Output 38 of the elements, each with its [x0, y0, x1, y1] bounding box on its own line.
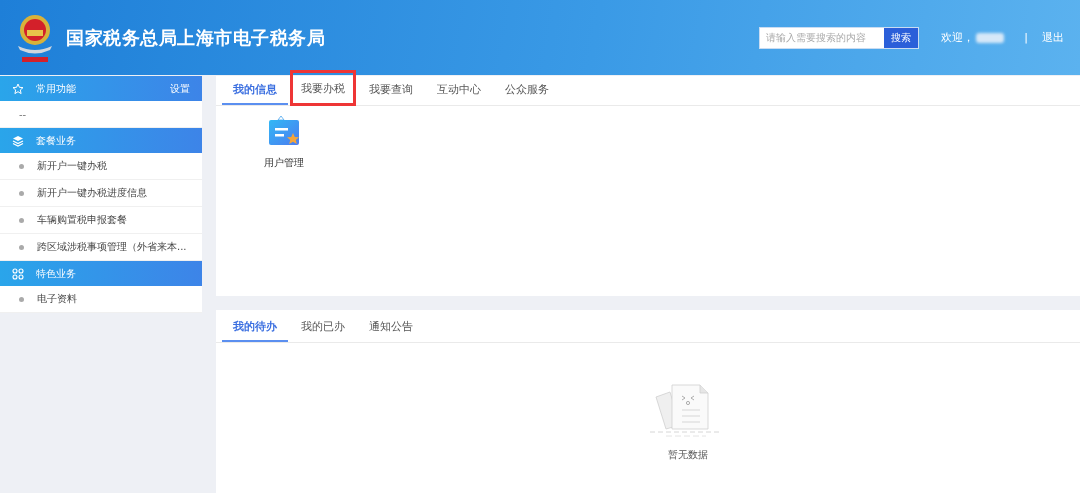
search-button[interactable]: 搜索 [884, 27, 919, 48]
sidebar-item[interactable]: 新开户一键办税 [0, 153, 202, 180]
bullet-icon [19, 244, 24, 250]
item-label: 电子资料 [37, 292, 77, 306]
settings-link[interactable]: 设置 [170, 81, 190, 96]
blurred-username [976, 32, 1005, 43]
sidebar-item[interactable]: 电子资料 [0, 286, 202, 313]
section-title: 常用功能 [36, 81, 77, 96]
tab[interactable]: 我要查询 [358, 76, 424, 105]
tab[interactable]: 我要办税 [290, 70, 356, 106]
item-label: 新开户一键办税进度信息 [37, 186, 147, 200]
item-label: 新开户一键办税 [37, 159, 107, 173]
tab[interactable]: 互动中心 [426, 76, 492, 105]
star-icon [12, 82, 24, 95]
empty-state-text: 暂无数据 [668, 448, 708, 462]
site-title: 国家税务总局上海市电子税务局 [66, 25, 325, 50]
bullet-icon [19, 190, 24, 196]
section-title: 套餐业务 [36, 133, 77, 148]
layers-icon [12, 134, 24, 147]
search-field[interactable]: 请输入需要搜索的内容 搜索 [759, 26, 920, 49]
item-label: 车辆购置税申报套餐 [37, 213, 127, 227]
bullet-icon [19, 163, 24, 169]
separator-text: | [1024, 31, 1028, 44]
grid-icon [12, 267, 24, 280]
tab[interactable]: 我的信息 [222, 76, 288, 105]
bullet-icon [19, 296, 24, 302]
tab[interactable]: 公众服务 [494, 76, 560, 105]
tile-label[interactable]: 用户管理 [264, 156, 304, 170]
sidebar-item[interactable]: 车辆购置税申报套餐 [0, 207, 202, 234]
section-title: 特色业务 [36, 266, 77, 281]
sidebar-item[interactable]: 新开户一键办税进度信息 [0, 180, 202, 207]
tab[interactable]: 我的待办 [222, 313, 288, 342]
tab[interactable]: 我的已办 [290, 313, 356, 342]
bullet-icon [19, 217, 24, 223]
tab[interactable]: 通知公告 [358, 313, 424, 342]
item-label: 跨区域涉税事项管理（外省来本... [37, 240, 187, 254]
welcome-text: 欢迎， [941, 30, 975, 45]
item-label: -- [19, 108, 27, 120]
